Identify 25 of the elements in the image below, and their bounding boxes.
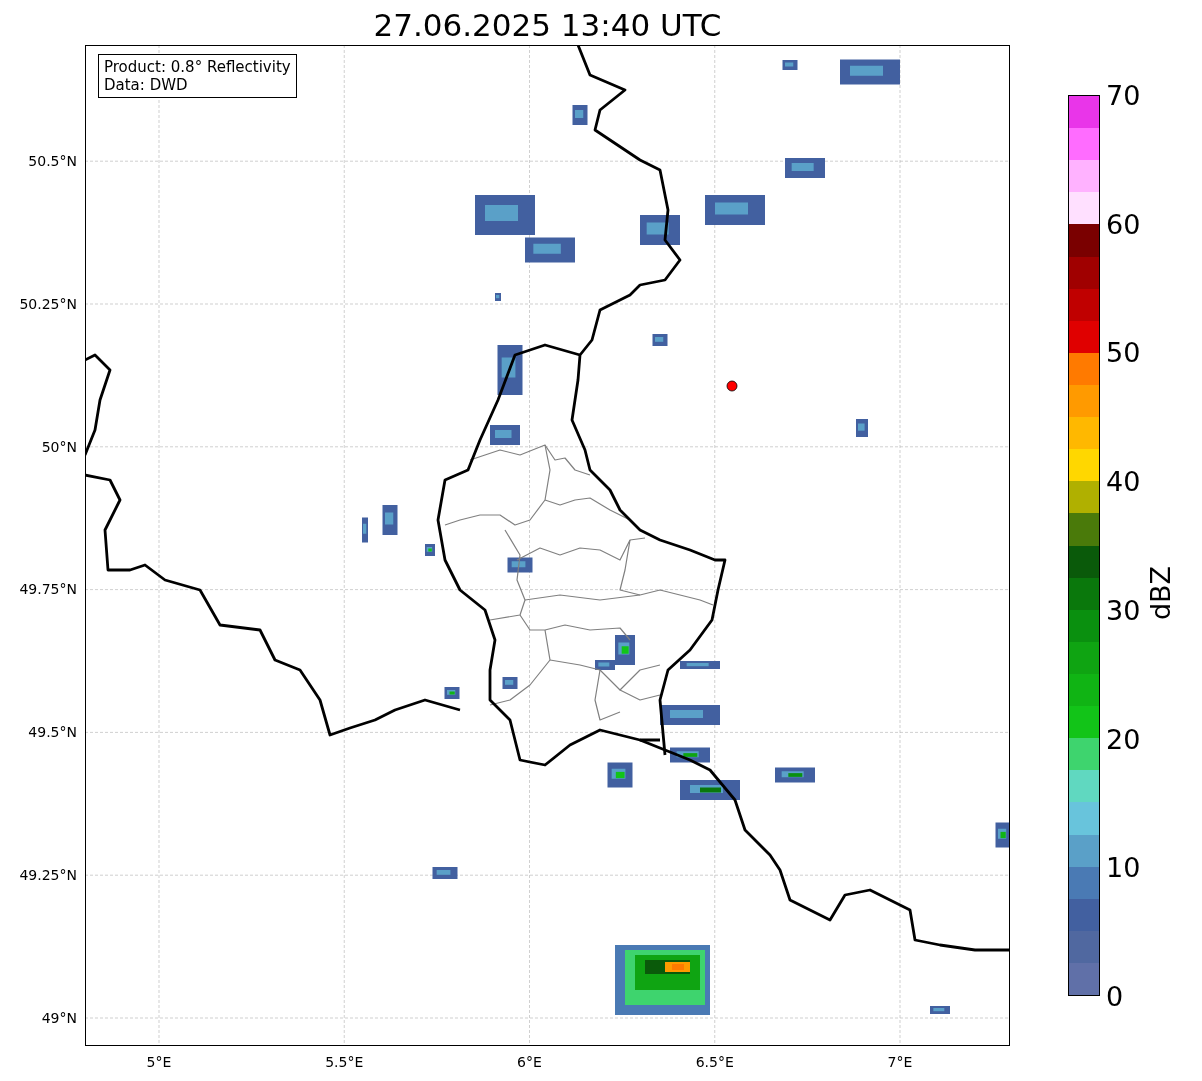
chart-title: 27.06.2025 13:40 UTC: [373, 6, 722, 45]
axis-tick-label: 49.25°N: [19, 867, 77, 883]
axis-tick-label: 49.75°N: [19, 581, 77, 598]
colorbar-label: dBZ: [1144, 565, 1176, 621]
axis-tick-label: 50.25°N: [19, 295, 77, 312]
axis-tick-label: 6°E: [517, 1054, 542, 1070]
axis-tick-label: 7°E: [887, 1054, 913, 1070]
legend-text: Product: 0.8° Reflectivity: [104, 58, 291, 76]
colorbar-tick-label: 40: [1106, 467, 1141, 495]
axis-tick-label: 49°N: [41, 1009, 77, 1026]
axis-tick-label: 49.5°N: [28, 724, 77, 741]
colorbar-tick-label: 50: [1106, 338, 1141, 366]
colorbar-tick-label: 60: [1106, 210, 1141, 238]
axis-tick-label: 50°N: [41, 438, 77, 455]
colorbar-tick-label: 20: [1106, 725, 1141, 753]
location-marker: [726, 380, 738, 392]
axis-tick-label: 50.5°N: [28, 153, 77, 169]
axis-tick-label: 5.5°E: [325, 1054, 364, 1070]
colorbar-tick-label: 30: [1106, 596, 1141, 624]
colorbar-tick-label: 0: [1106, 982, 1124, 1010]
legend-text: Data: DWD: [104, 76, 189, 94]
colorbar-tick-label: 70: [1106, 81, 1141, 109]
axis-tick-label: 5°E: [146, 1054, 172, 1070]
axis-tick-label: 6.5°E: [695, 1054, 734, 1070]
colorbar-tick-label: 10: [1106, 853, 1141, 881]
